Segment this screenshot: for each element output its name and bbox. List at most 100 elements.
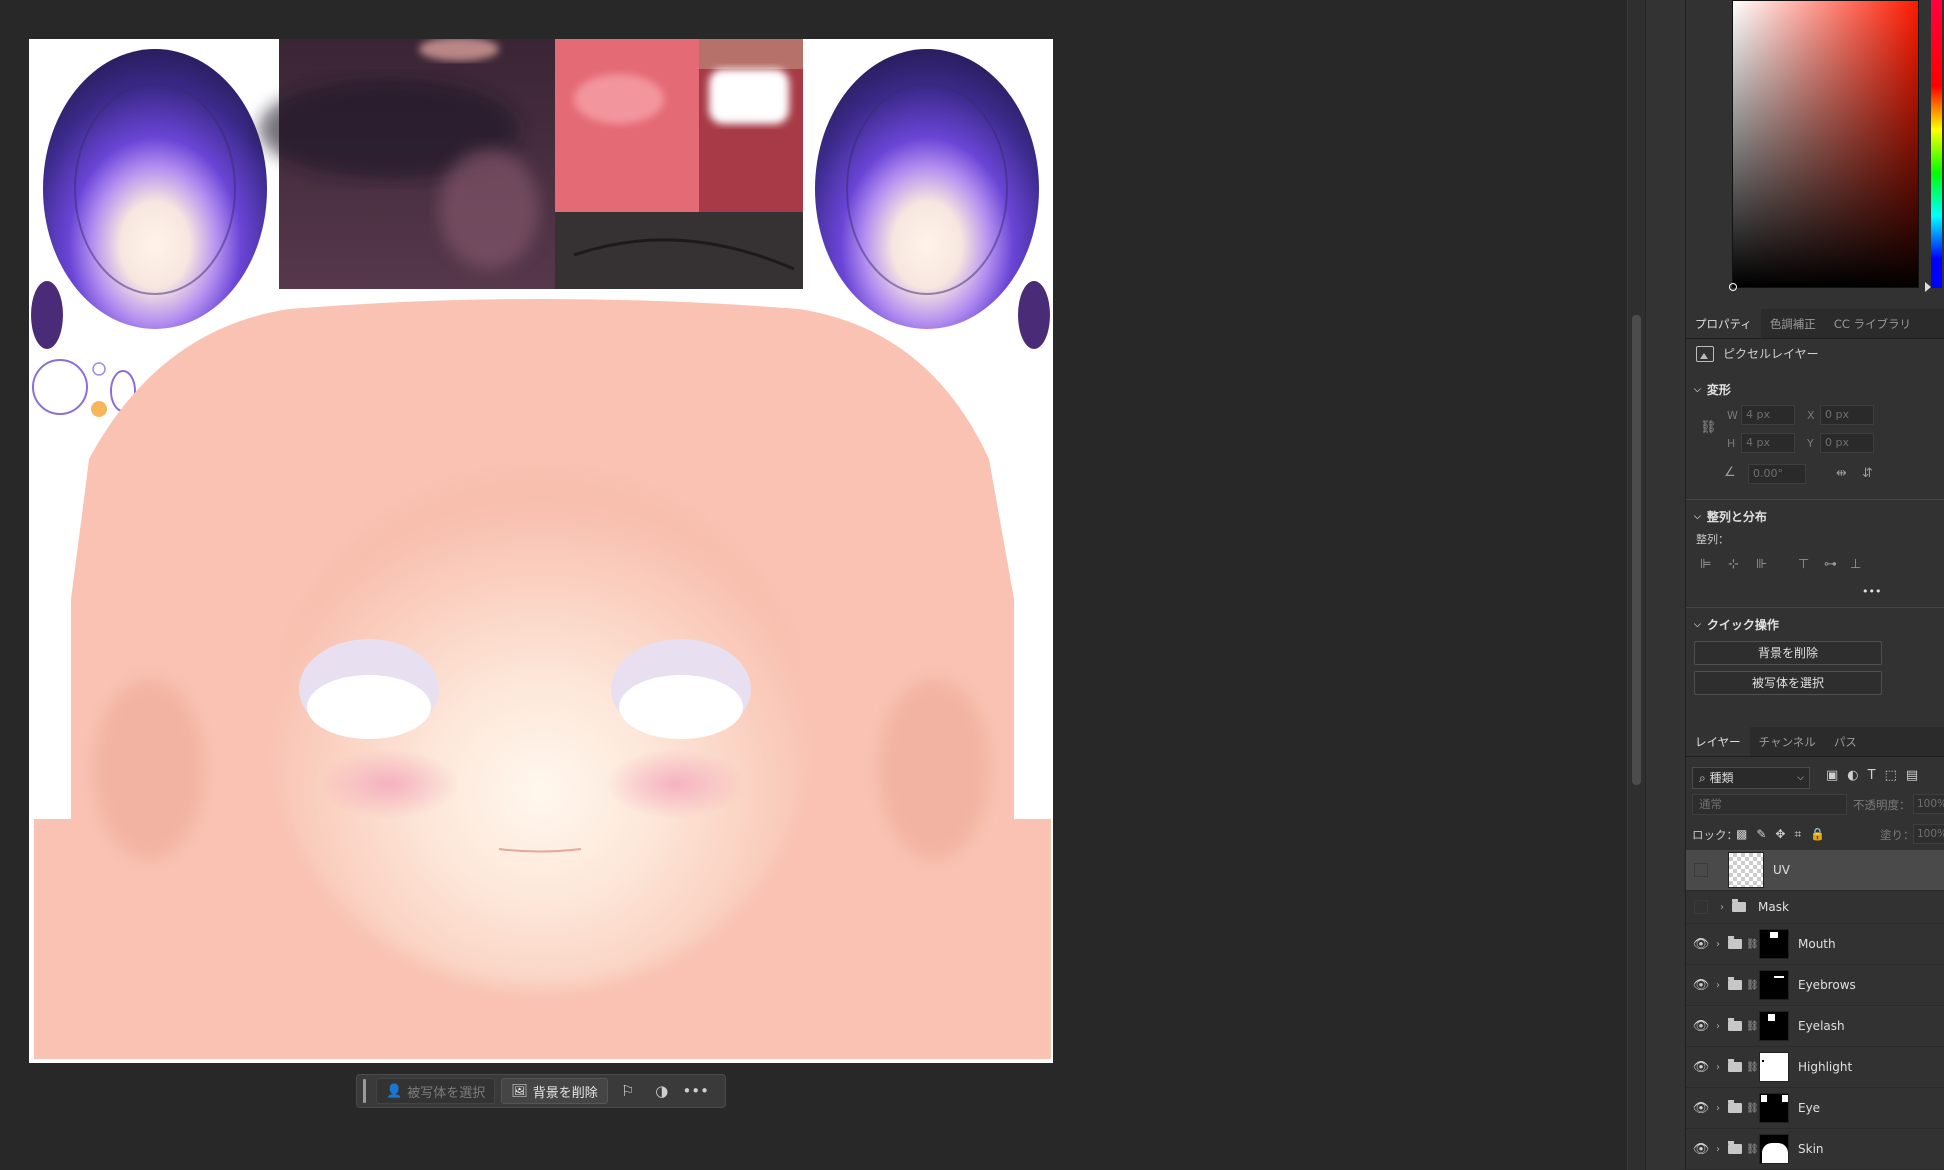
width-field[interactable]: 4 px: [1741, 405, 1795, 425]
adjustment-filter-icon[interactable]: ◐: [1847, 768, 1858, 783]
layer-row-mask[interactable]: › Mask: [1686, 891, 1944, 924]
right-panels: プロパティ 色調補正 CC ライブラリ ピクセルレイヤー ⌵ 変形 ⛓ W 4 …: [1685, 0, 1944, 1170]
blend-mode-select[interactable]: 通常: [1692, 794, 1847, 815]
eye-icon[interactable]: 👁: [1690, 1060, 1712, 1075]
layer-name: Eyebrows: [1798, 978, 1856, 992]
hue-slider[interactable]: [1931, 0, 1942, 288]
scroll-thumb[interactable]: [1632, 315, 1641, 785]
align-middle-v-icon[interactable]: ⊶: [1824, 557, 1837, 572]
layer-row-eyebrows[interactable]: 👁 › ⛓ Eyebrows: [1686, 965, 1944, 1006]
align-bottom-icon[interactable]: ⊥: [1850, 557, 1861, 572]
layer-row-mouth[interactable]: 👁 › ⛓ Mouth: [1686, 924, 1944, 965]
shape-filter-icon[interactable]: ⬚: [1885, 768, 1897, 783]
folder-icon: [1728, 1100, 1742, 1113]
canvas-scrollbar[interactable]: [1627, 0, 1645, 1170]
angle-field[interactable]: 0.00°: [1748, 464, 1806, 484]
document-canvas[interactable]: [29, 39, 1053, 1063]
quick-actions-title: クイック操作: [1706, 618, 1779, 632]
quick-select-subject-button[interactable]: 被写体を選択: [1694, 671, 1882, 695]
layer-row-highlight[interactable]: 👁 › ⛓ Highlight: [1686, 1047, 1944, 1088]
tab-layers[interactable]: レイヤー: [1686, 727, 1750, 756]
expand-chevron-icon[interactable]: ›: [1712, 1062, 1724, 1073]
align-center-h-icon[interactable]: ⊹: [1728, 557, 1739, 572]
quick-remove-background-button[interactable]: 背景を削除: [1694, 641, 1882, 665]
color-picker-field[interactable]: [1729, 0, 1919, 291]
folder-icon: [1728, 1141, 1742, 1154]
tab-properties[interactable]: プロパティ: [1686, 309, 1761, 338]
layer-row-skin[interactable]: 👁 › ⛓ Skin: [1686, 1129, 1944, 1170]
eye-icon[interactable]: 👁: [1690, 1101, 1712, 1116]
quick-actions-header[interactable]: ⌵ クイック操作: [1694, 616, 1779, 633]
expand-chevron-icon[interactable]: ›: [1712, 939, 1724, 950]
expand-chevron-icon[interactable]: ›: [1712, 1021, 1724, 1032]
remove-background-button[interactable]: 🖼 背景を削除: [501, 1078, 608, 1104]
layer-row-uv[interactable]: UV: [1686, 850, 1944, 891]
pixel-filter-icon[interactable]: ▣: [1826, 768, 1838, 783]
adjustment-icon[interactable]: ◑: [648, 1078, 676, 1104]
fill-field[interactable]: 100%: [1913, 824, 1944, 844]
transform-section-header[interactable]: ⌵ 変形: [1694, 381, 1731, 398]
chevron-down-icon: ⌵: [1797, 773, 1804, 783]
select-subject-label: 被写体を選択: [407, 1085, 486, 1101]
opacity-label: 不透明度：: [1853, 798, 1911, 812]
expand-chevron-icon[interactable]: ›: [1716, 902, 1728, 913]
folder-icon: [1728, 936, 1742, 949]
x-field[interactable]: 0 px: [1820, 405, 1874, 425]
mask-thumbnail: [1759, 1093, 1789, 1123]
tab-adjustments[interactable]: 色調補正: [1761, 309, 1825, 338]
opacity-field[interactable]: 100%: [1913, 794, 1944, 814]
flip-horizontal-icon[interactable]: ⇹: [1836, 466, 1847, 481]
lock-transparent-icon[interactable]: ▩: [1736, 827, 1747, 842]
align-label: 整列：: [1696, 533, 1729, 546]
layer-name: Mouth: [1798, 937, 1836, 951]
drag-handle[interactable]: [363, 1079, 366, 1103]
canvas-workspace[interactable]: 👤 被写体を選択 🖼 背景を削除 ⚐ ◑ •••: [0, 0, 1627, 1170]
smart-object-filter-icon[interactable]: ▤: [1906, 768, 1918, 783]
align-more-button[interactable]: •••: [1862, 585, 1881, 598]
remove-background-label: 背景を削除: [532, 1085, 598, 1101]
layer-filter-select[interactable]: ⌕ 種類 ⌵: [1692, 767, 1810, 789]
layer-name: Mask: [1758, 900, 1789, 914]
type-filter-icon[interactable]: T: [1868, 768, 1876, 783]
link-icon[interactable]: ⛓: [1700, 420, 1717, 435]
lock-artboard-icon[interactable]: ⌗: [1794, 827, 1801, 842]
visibility-toggle[interactable]: [1694, 900, 1708, 914]
lock-move-icon[interactable]: ✥: [1775, 827, 1785, 842]
align-section-header[interactable]: ⌵ 整列と分布: [1694, 508, 1767, 525]
align-right-icon[interactable]: ⊪: [1756, 557, 1767, 572]
tab-cc-libraries[interactable]: CC ライブラリ: [1825, 309, 1920, 338]
eye-icon[interactable]: 👁: [1690, 937, 1712, 952]
layer-name: Eye: [1798, 1101, 1821, 1115]
folder-icon: [1732, 899, 1746, 912]
search-icon: ⌕: [1699, 771, 1710, 785]
angle-icon: ∠: [1724, 465, 1736, 480]
expand-chevron-icon[interactable]: ›: [1712, 1144, 1724, 1155]
layers-tab-bar: レイヤー チャンネル パス: [1686, 727, 1944, 757]
expand-chevron-icon[interactable]: ›: [1712, 980, 1724, 991]
tab-channels[interactable]: チャンネル: [1750, 727, 1825, 756]
eye-icon[interactable]: 👁: [1690, 1142, 1712, 1157]
y-field[interactable]: 0 px: [1820, 433, 1874, 453]
layer-type-label: ピクセルレイヤー: [1723, 347, 1819, 361]
transform-title: 変形: [1706, 383, 1731, 397]
eye-icon[interactable]: 👁: [1690, 1019, 1712, 1034]
height-field[interactable]: 4 px: [1741, 433, 1795, 453]
select-subject-button[interactable]: 👤 被写体を選択: [376, 1078, 496, 1104]
expand-chevron-icon[interactable]: ›: [1712, 1103, 1724, 1114]
flag-icon[interactable]: ⚐: [614, 1078, 642, 1104]
tab-paths[interactable]: パス: [1825, 727, 1866, 756]
eye-icon[interactable]: 👁: [1690, 978, 1712, 993]
mask-thumbnail: [1759, 1134, 1789, 1164]
color-picker-cursor[interactable]: [1729, 283, 1737, 291]
flip-vertical-icon[interactable]: ⇵: [1862, 466, 1873, 481]
lock-all-icon[interactable]: 🔒: [1810, 827, 1825, 842]
hue-slider-arrow[interactable]: [1925, 282, 1931, 292]
align-left-icon[interactable]: ⊫: [1700, 557, 1711, 572]
visibility-toggle[interactable]: [1694, 863, 1708, 877]
align-top-icon[interactable]: ⊤: [1798, 557, 1809, 572]
lock-paint-icon[interactable]: ✎: [1756, 827, 1766, 842]
layer-row-eye[interactable]: 👁 › ⛓ Eye: [1686, 1088, 1944, 1129]
more-options-button[interactable]: •••: [682, 1078, 710, 1104]
layer-row-eyelash[interactable]: 👁 › ⛓ Eyelash: [1686, 1006, 1944, 1047]
folder-icon: [1728, 1018, 1742, 1031]
